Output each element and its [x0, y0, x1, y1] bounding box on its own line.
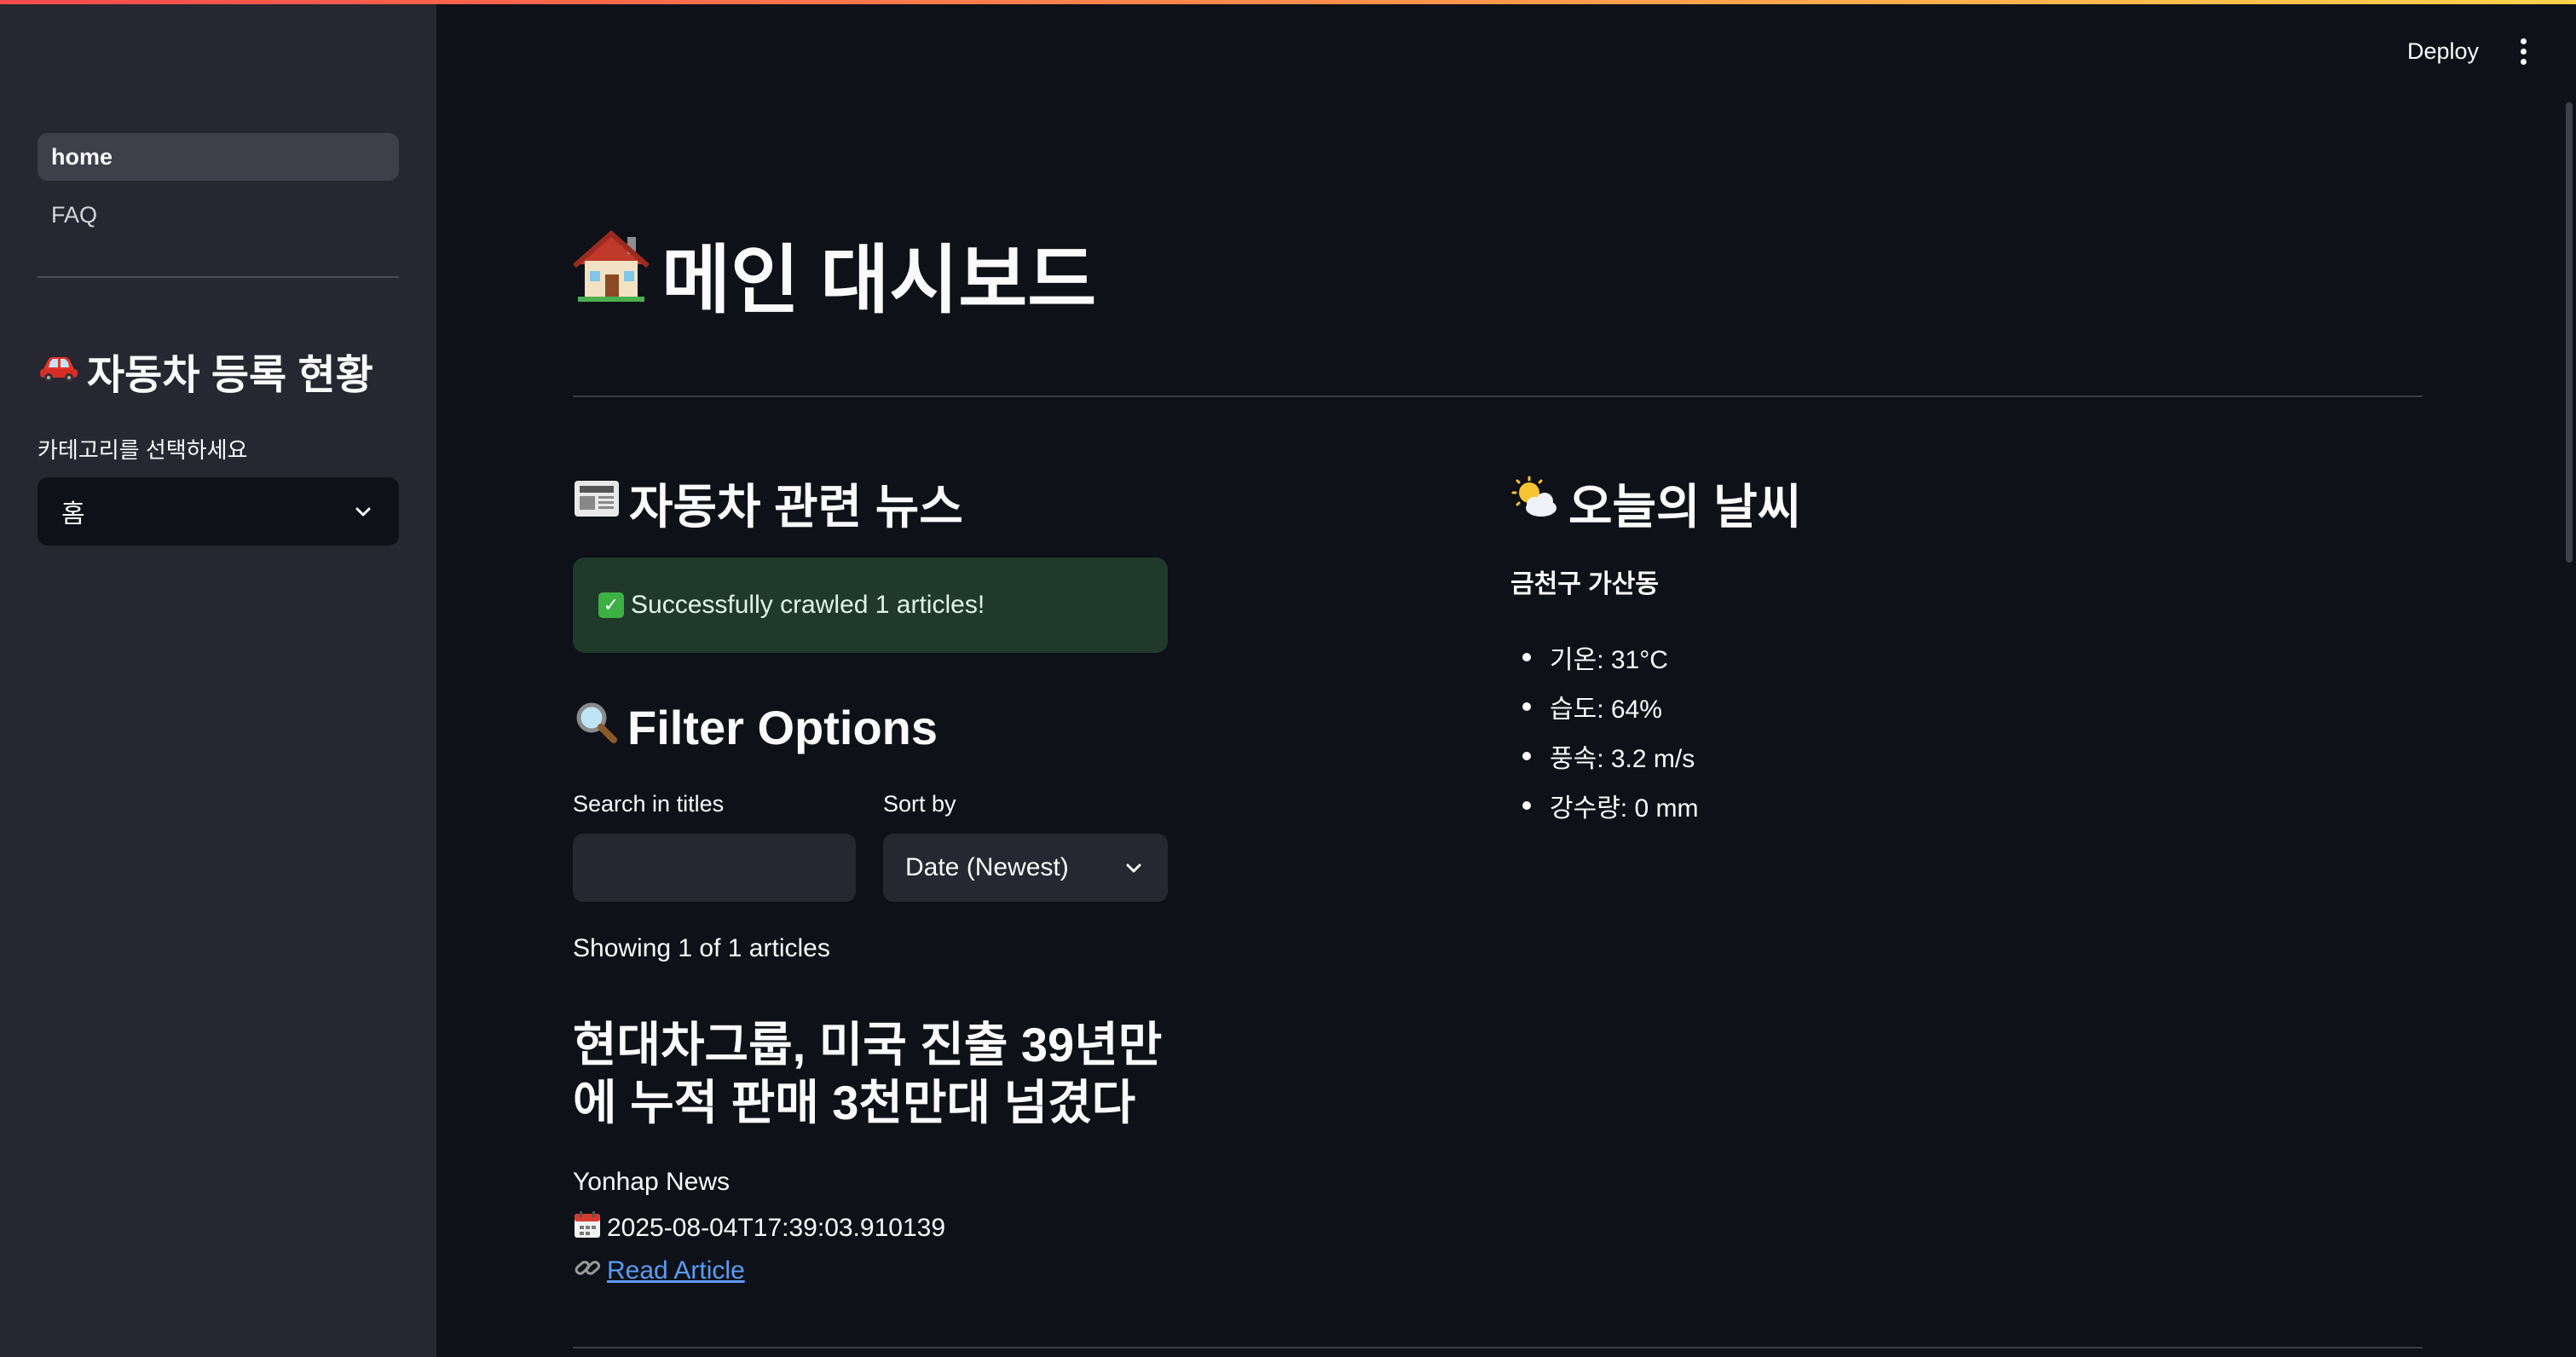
newspaper-icon — [573, 476, 621, 531]
weather-section-title-text: 오늘의 날씨 — [1568, 480, 1802, 534]
magnifier-icon — [573, 699, 619, 756]
success-alert: ✓ Successfully crawled 1 articles! — [573, 557, 1168, 653]
weather-precipitation: 강수량: 0 mm — [1550, 794, 1699, 823]
divider — [573, 396, 2423, 397]
category-select[interactable]: 홈 — [38, 477, 399, 546]
link-icon — [573, 1253, 602, 1289]
article-source: Yonhap News — [573, 1168, 731, 1196]
news-section-title: 자동차 관련 뉴스 — [573, 469, 963, 538]
list-item: 기온: 31°C — [1510, 632, 1698, 682]
category-select-value: 홈 — [61, 500, 85, 528]
sidebar-item-faq[interactable]: FAQ — [38, 191, 399, 239]
news-section-title-text: 자동차 관련 뉴스 — [629, 480, 963, 534]
sidebar: home FAQ 자동차 등록 현황 카테고리를 선택하세요 홈 — [0, 0, 436, 1357]
list-item: 강수량: 0 mm — [1510, 781, 1698, 830]
article-date: 2025-08-04T17:39:03.910139 — [573, 1210, 945, 1246]
house-icon — [573, 228, 650, 320]
deploy-button[interactable]: Deploy — [2394, 31, 2492, 72]
weather-location: 금천구 가산동 — [1510, 570, 1659, 598]
list-item: 풍속: 3.2 m/s — [1510, 731, 1698, 781]
car-icon — [38, 348, 80, 395]
page-title-text: 메인 대시보드 — [661, 238, 1097, 322]
success-alert-text: Successfully crawled 1 articles! — [631, 591, 985, 619]
sidebar-item-label: home — [51, 143, 113, 170]
kebab-menu-icon[interactable] — [2508, 31, 2538, 72]
sort-select[interactable]: Date (Newest) — [883, 834, 1168, 902]
search-input[interactable] — [573, 834, 856, 902]
list-item: 습도: 64% — [1510, 682, 1698, 731]
scrollbar[interactable] — [2566, 102, 2573, 563]
sidebar-item-label: FAQ — [51, 201, 98, 228]
filter-section-title-text: Filter Options — [627, 701, 938, 754]
article-link-row: Read Article — [573, 1253, 745, 1289]
search-input-label: Search in titles — [573, 791, 725, 817]
page-title: 메인 대시보드 — [573, 220, 1096, 328]
sidebar-section-title-text: 자동차 등록 현황 — [87, 353, 373, 398]
chevron-down-icon — [351, 499, 375, 523]
weather-humidity: 습도: 64% — [1550, 696, 1662, 724]
sidebar-item-home[interactable]: home — [38, 133, 399, 181]
weather-list: 기온: 31°C 습도: 64% 풍속: 3.2 m/s 강수량: 0 mm — [1510, 632, 1698, 830]
header-decoration-bar — [0, 0, 2576, 4]
article-count-text: Showing 1 of 1 articles — [573, 934, 830, 962]
divider — [573, 1347, 2423, 1348]
article-title: 현대차그룹, 미국 진출 39년만에 누적 판매 3천만대 넘겼다 — [573, 1018, 1163, 1129]
article-date-text: 2025-08-04T17:39:03.910139 — [607, 1214, 946, 1242]
sun-cloud-icon — [1510, 476, 1560, 531]
filter-section-title: Filter Options — [573, 699, 938, 756]
read-article-link[interactable]: Read Article — [607, 1256, 745, 1285]
category-select-label: 카테고리를 선택하세요 — [38, 437, 248, 463]
check-icon: ✓ — [598, 592, 624, 618]
sort-select-value: Date (Newest) — [905, 853, 1069, 881]
weather-temperature: 기온: 31°C — [1550, 646, 1668, 674]
sidebar-section-title: 자동차 등록 현황 — [38, 341, 373, 401]
weather-section-title: 오늘의 날씨 — [1510, 469, 1801, 538]
chevron-down-icon — [1122, 856, 1146, 880]
sort-select-label: Sort by — [883, 791, 956, 817]
deploy-button-label: Deploy — [2407, 38, 2480, 64]
calendar-icon — [573, 1210, 602, 1246]
sidebar-divider — [38, 276, 399, 278]
weather-wind-speed: 풍속: 3.2 m/s — [1550, 745, 1695, 773]
